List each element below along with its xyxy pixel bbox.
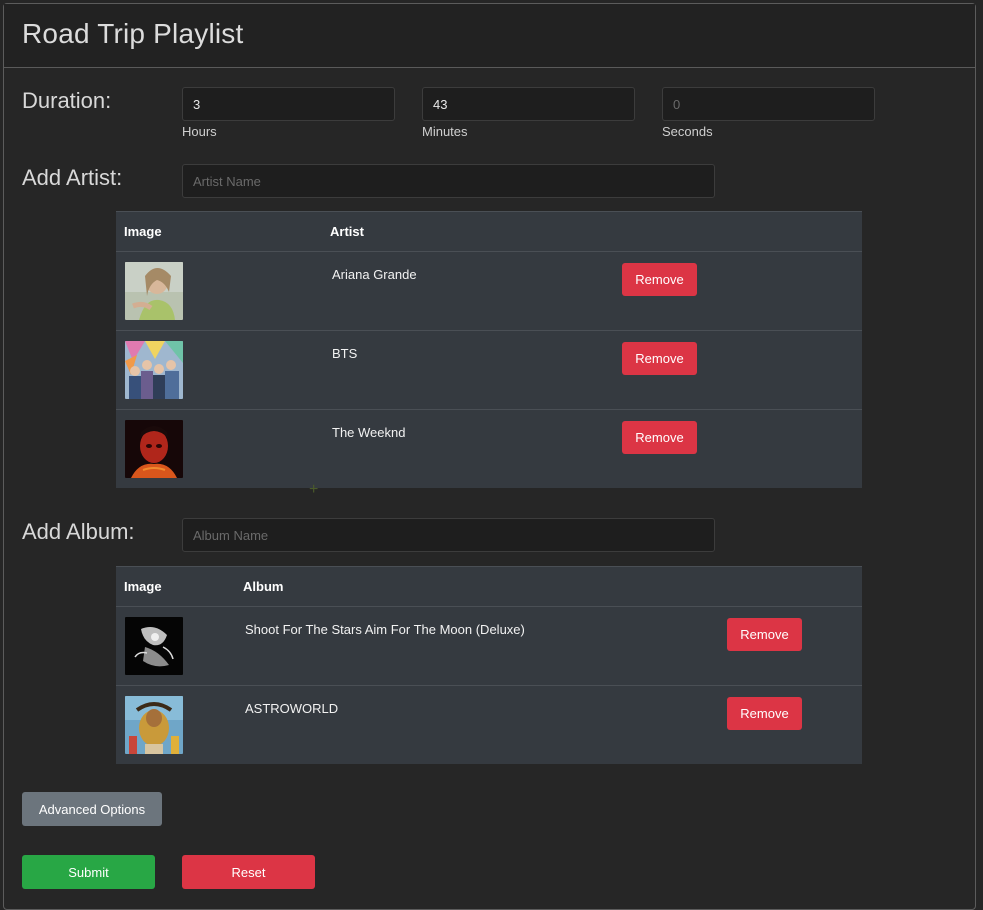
album-cover-dark xyxy=(125,617,183,675)
page-title: Road Trip Playlist xyxy=(22,18,244,49)
playlist-panel: Road Trip Playlist Duration: Hours Minut… xyxy=(3,3,976,910)
submit-button[interactable]: Submit xyxy=(22,855,155,889)
table-row: ASTROWORLD Remove xyxy=(116,686,862,764)
seconds-input[interactable] xyxy=(662,87,875,121)
artist-name: Ariana Grande xyxy=(332,267,417,282)
the-weeknd-photo xyxy=(125,420,183,478)
album-name-input[interactable] xyxy=(182,518,715,552)
column-header-image: Image xyxy=(124,224,162,239)
hours-label: Hours xyxy=(182,124,217,139)
column-header-album: Album xyxy=(243,579,284,594)
artist-name: BTS xyxy=(332,346,358,361)
remove-album-button[interactable]: Remove xyxy=(727,618,802,651)
album-cover-astroworld xyxy=(125,696,183,754)
artist-name: The Weeknd xyxy=(332,425,406,440)
remove-artist-button[interactable]: Remove xyxy=(622,421,697,454)
hours-input[interactable] xyxy=(182,87,395,121)
duration-label: Duration: xyxy=(22,88,112,113)
table-row: Shoot For The Stars Aim For The Moon (De… xyxy=(116,607,862,686)
table-row: Ariana Grande Remove xyxy=(116,252,862,331)
plus-icon: + xyxy=(309,481,319,498)
table-row: The Weeknd Remove xyxy=(116,410,862,488)
artist-table-header: Image Artist xyxy=(116,211,862,252)
artist-table: Image Artist Ariana Grande Remove BTS Re… xyxy=(116,211,862,488)
column-header-image: Image xyxy=(124,579,162,594)
add-artist-label: Add Artist: xyxy=(22,165,123,190)
ariana-grande-photo xyxy=(125,262,183,320)
remove-artist-button[interactable]: Remove xyxy=(622,263,697,296)
column-header-artist: Artist xyxy=(330,224,364,239)
album-table: Image Album Shoot For The Stars Aim For … xyxy=(116,566,862,764)
minutes-label: Minutes xyxy=(422,124,468,139)
album-name: ASTROWORLD xyxy=(245,701,339,716)
minutes-input[interactable] xyxy=(422,87,635,121)
album-table-header: Image Album xyxy=(116,566,862,607)
bts-photo xyxy=(125,341,183,399)
panel-header: Road Trip Playlist xyxy=(4,4,975,68)
remove-album-button[interactable]: Remove xyxy=(727,697,802,730)
reset-button[interactable]: Reset xyxy=(182,855,315,889)
artist-name-input[interactable] xyxy=(182,164,715,198)
seconds-label: Seconds xyxy=(662,124,713,139)
advanced-options-button[interactable]: Advanced Options xyxy=(22,792,162,826)
table-row: BTS Remove xyxy=(116,331,862,410)
add-album-label: Add Album: xyxy=(22,519,135,544)
remove-artist-button[interactable]: Remove xyxy=(622,342,697,375)
album-name: Shoot For The Stars Aim For The Moon (De… xyxy=(245,622,525,637)
